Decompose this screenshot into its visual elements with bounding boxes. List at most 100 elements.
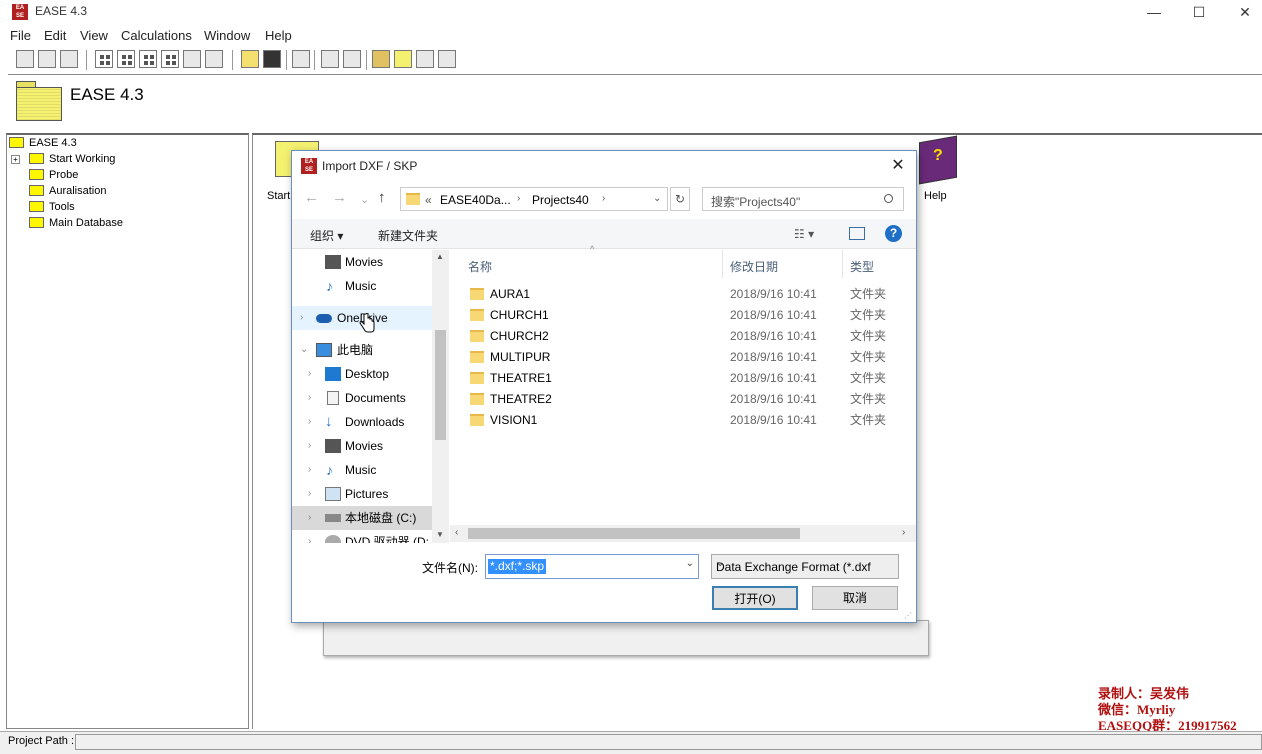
- scroll-up-icon[interactable]: ▲: [436, 252, 444, 261]
- back-arrow-icon[interactable]: ←: [304, 189, 319, 206]
- grid-icon[interactable]: [292, 50, 310, 68]
- arrange-icon[interactable]: [161, 50, 179, 68]
- menu-file[interactable]: File: [10, 28, 31, 43]
- nav-item-desktop[interactable]: › Desktop: [292, 362, 432, 386]
- nav-item-pictures[interactable]: › Pictures: [292, 482, 432, 506]
- open-button[interactable]: 打开(O): [712, 586, 798, 610]
- view-options-icon[interactable]: ☷ ▾: [794, 227, 814, 241]
- column-divider[interactable]: [842, 250, 843, 278]
- filename-input[interactable]: *.dxf;*.skp ⌄: [485, 554, 699, 579]
- scroll-down-icon[interactable]: ▼: [436, 530, 444, 539]
- nav-item-movies-pc[interactable]: › Movies: [292, 434, 432, 458]
- nav-item-downloads[interactable]: › ↓ Downloads: [292, 410, 432, 434]
- pointer-help-icon[interactable]: [416, 50, 434, 68]
- chevron-right-icon[interactable]: ›: [308, 530, 311, 543]
- chevron-right-icon[interactable]: ›: [300, 306, 303, 330]
- horizontal-scrollbar[interactable]: ‹ ›: [450, 525, 916, 542]
- help-book-icon[interactable]: [394, 50, 412, 68]
- forward-arrow-icon[interactable]: →: [332, 189, 347, 206]
- scroll-left-icon[interactable]: ‹: [455, 527, 458, 538]
- filename-value[interactable]: *.dxf;*.skp: [488, 559, 547, 574]
- tree-item-main-database[interactable]: Main Database: [29, 215, 123, 231]
- tree-root[interactable]: EASE 4.3: [9, 135, 77, 151]
- file-row[interactable]: MULTIPUR 2018/9/16 10:41 文件夹: [466, 347, 906, 368]
- menu-calculations[interactable]: Calculations: [121, 28, 192, 43]
- menu-help[interactable]: Help: [265, 28, 292, 43]
- horizontal-scroll-thumb[interactable]: [468, 528, 800, 539]
- file-row[interactable]: CHURCH2 2018/9/16 10:41 文件夹: [466, 326, 906, 347]
- print-setup-icon[interactable]: [60, 50, 78, 68]
- chevron-right-icon[interactable]: ›: [308, 386, 311, 410]
- chevron-right-icon[interactable]: ›: [308, 458, 311, 482]
- chevron-right-icon[interactable]: ›: [308, 482, 311, 506]
- chevron-right-icon[interactable]: ›: [308, 434, 311, 458]
- search-box[interactable]: 搜索"Projects40": [702, 187, 904, 211]
- cancel-button[interactable]: 取消: [812, 586, 898, 610]
- chevron-right-icon[interactable]: ›: [308, 410, 311, 434]
- nav-item-local-disk-c[interactable]: › 本地磁盘 (C:): [292, 506, 432, 530]
- organize-button[interactable]: 组织 ▾: [310, 227, 343, 244]
- rotate-view-icon[interactable]: [343, 50, 361, 68]
- ear-icon[interactable]: [438, 50, 456, 68]
- window-icon[interactable]: [183, 50, 201, 68]
- chevron-right-icon[interactable]: ›: [308, 362, 311, 386]
- nav-item-dvd-drive[interactable]: › DVD 驱动器 (D:: [292, 530, 432, 543]
- nav-scrollbar[interactable]: ▲ ▼: [432, 250, 449, 543]
- tile-horizontal-icon[interactable]: [117, 50, 135, 68]
- expand-plus-icon[interactable]: +: [11, 155, 20, 164]
- file-row[interactable]: THEATRE1 2018/9/16 10:41 文件夹: [466, 368, 906, 389]
- tree-item-start-working[interactable]: Start Working: [29, 151, 115, 167]
- column-divider[interactable]: [722, 250, 723, 278]
- address-bar[interactable]: « EASE40Da... › Projects40 › ⌄: [400, 187, 668, 211]
- maximize-button[interactable]: ☐: [1176, 0, 1222, 24]
- nav-item-this-pc[interactable]: ⌄ 此电脑: [292, 338, 432, 362]
- save-icon[interactable]: [263, 50, 281, 68]
- preview-pane-icon[interactable]: [849, 227, 865, 240]
- menu-edit[interactable]: Edit: [44, 28, 66, 43]
- up-arrow-icon[interactable]: ↑: [378, 189, 386, 206]
- chevron-right-icon[interactable]: ›: [308, 506, 311, 530]
- file-row[interactable]: AURA1 2018/9/16 10:41 文件夹: [466, 284, 906, 305]
- menu-view[interactable]: View: [80, 28, 108, 43]
- recent-chevron-icon[interactable]: ⌄: [360, 193, 369, 206]
- nav-item-music-pc[interactable]: › ♪ Music: [292, 458, 432, 482]
- filetype-select[interactable]: Data Exchange Format (*.dxf ⌄: [711, 554, 899, 579]
- audience-icon[interactable]: [372, 50, 390, 68]
- nav-item-music[interactable]: ♪ Music: [292, 274, 432, 298]
- cascade-icon[interactable]: [205, 50, 223, 68]
- search-icon[interactable]: [884, 194, 893, 203]
- close-button[interactable]: ✕: [1222, 0, 1262, 24]
- tile-vertical-icon[interactable]: [139, 50, 157, 68]
- breadcrumb-ease40data[interactable]: EASE40Da...: [440, 193, 511, 207]
- search-input[interactable]: 搜索"Projects40": [711, 193, 800, 210]
- new-folder-button[interactable]: 新建文件夹: [378, 227, 438, 244]
- scroll-right-icon[interactable]: ›: [902, 527, 905, 538]
- column-header-type[interactable]: 类型: [850, 258, 874, 275]
- column-header-date[interactable]: 修改日期: [730, 258, 778, 275]
- nav-item-documents[interactable]: › Documents: [292, 386, 432, 410]
- chevron-down-icon[interactable]: ⌄: [716, 558, 880, 569]
- nav-item-movies[interactable]: Movies: [292, 250, 432, 274]
- minimize-button[interactable]: —: [1131, 0, 1177, 24]
- tree-item-tools[interactable]: Tools: [29, 199, 75, 215]
- chevron-down-icon[interactable]: ⌄: [686, 558, 694, 569]
- resize-grip-icon[interactable]: ⋰: [904, 611, 912, 620]
- file-row[interactable]: CHURCH1 2018/9/16 10:41 文件夹: [466, 305, 906, 326]
- print-icon[interactable]: [16, 50, 34, 68]
- print-preview-icon[interactable]: [38, 50, 56, 68]
- tree-item-auralisation[interactable]: Auralisation: [29, 183, 106, 199]
- tree-item-probe[interactable]: Probe: [29, 167, 78, 183]
- column-header-name[interactable]: 名称: [468, 258, 492, 275]
- dialog-close-button[interactable]: ✕: [886, 155, 910, 177]
- tile-icon[interactable]: [95, 50, 113, 68]
- chevron-down-icon[interactable]: ⌄: [300, 338, 308, 362]
- address-overflow[interactable]: «: [425, 193, 432, 207]
- view-3d-icon[interactable]: [321, 50, 339, 68]
- open-folder-icon[interactable]: [241, 50, 259, 68]
- address-dropdown-icon[interactable]: ⌄: [653, 193, 661, 204]
- nav-scroll-thumb[interactable]: [435, 330, 446, 440]
- breadcrumb-projects40[interactable]: Projects40: [532, 193, 589, 207]
- refresh-icon[interactable]: ↻: [670, 187, 690, 211]
- file-row[interactable]: VISION1 2018/9/16 10:41 文件夹: [466, 410, 906, 431]
- menu-window[interactable]: Window: [204, 28, 250, 43]
